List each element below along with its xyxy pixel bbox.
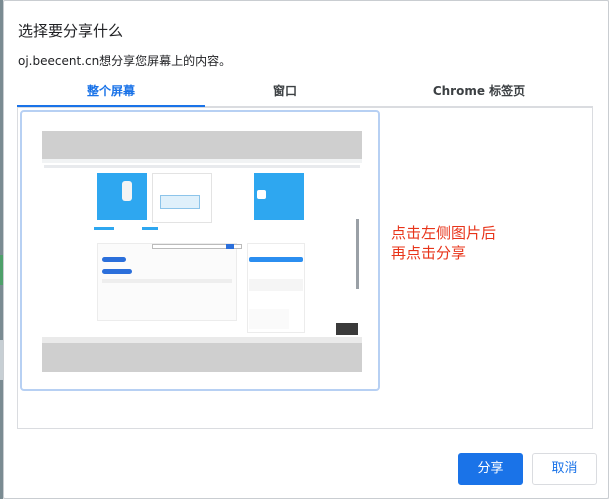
thumbnail-sidebar-table [249,279,303,291]
share-button[interactable]: 分享 [458,453,523,485]
thumbnail-row [102,279,232,283]
thumbnail-addressbar [44,165,360,168]
thumbnail-sidebar-button [249,257,303,262]
thumbnail-taskbar [42,337,362,343]
instruction-text: 点击左侧图片后 再点击分享 [391,223,496,263]
screen-source-card[interactable] [20,110,380,391]
thumbnail-search-button [226,244,234,249]
dialog-title: 选择要分享什么 [18,22,124,40]
instruction-line: 再点击分享 [391,244,467,262]
thumbnail-tabstrip [42,159,362,163]
thumbnail-pill [102,269,132,274]
thumbnail-sidebar-list [249,309,289,329]
dialog-subtitle: oj.beecent.cn想分享您屏幕上的内容。 [18,54,232,68]
tab-chrome-tab[interactable]: Chrome 标签页 [365,81,593,106]
thumbnail-pill [102,257,126,262]
thumbnail-banner-icon [257,190,266,199]
instruction-line: 点击左侧图片后 [391,224,497,242]
thumbnail-link [142,227,158,230]
tab-entire-screen[interactable]: 整个屏幕 [17,81,205,107]
screen-thumbnail[interactable] [42,131,362,372]
tab-window[interactable]: 窗口 [205,81,365,106]
thumbnail-popup-image [336,323,358,335]
thumbnail-scrollbar [356,219,359,289]
thumbnail-link [94,227,114,230]
cancel-button[interactable]: 取消 [532,453,597,485]
source-list: 点击左侧图片后 再点击分享 [17,107,593,429]
source-tabs: 整个屏幕 窗口 Chrome 标签页 [17,81,593,107]
thumbnail-browser-screen [42,159,362,337]
thumbnail-illustration [122,181,132,201]
share-screen-dialog: 选择要分享什么 oj.beecent.cn想分享您屏幕上的内容。 整个屏幕 窗口… [3,0,609,499]
thumbnail-popup-preview [160,195,200,209]
